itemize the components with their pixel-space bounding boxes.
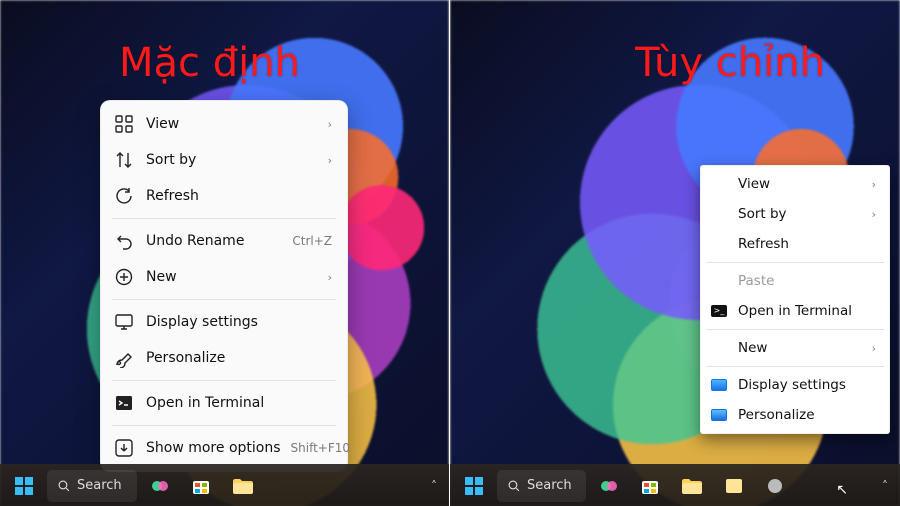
chevron-right-icon: ›: [328, 118, 332, 131]
menu-item-terminal[interactable]: Open in Terminal: [106, 385, 342, 421]
taskbar-app-copilot[interactable]: [591, 470, 627, 502]
start-button[interactable]: [6, 470, 42, 502]
chevron-right-icon: ›: [328, 271, 332, 284]
menu-label: New: [738, 340, 862, 356]
menu-label: Personalize: [146, 350, 332, 366]
taskbar-app-explorer[interactable]: [673, 470, 711, 502]
menu-accelerator: Ctrl+Z: [292, 234, 332, 248]
menu-label: Paste: [738, 273, 876, 289]
taskbar-app-generic[interactable]: [757, 470, 793, 502]
menu-item-terminal[interactable]: Open in Terminal: [704, 296, 886, 326]
separator: [706, 262, 884, 263]
menu-label: Display settings: [146, 314, 332, 330]
search-icon: [507, 479, 521, 493]
taskbar-app-generic[interactable]: [716, 470, 752, 502]
refresh-icon: [114, 186, 134, 206]
taskbar-search[interactable]: Search: [497, 470, 586, 502]
display-icon: [710, 376, 728, 394]
context-menu-default: View › Sort by › Refresh Undo Rename Ctr…: [100, 100, 348, 472]
taskbar-app-store[interactable]: [632, 470, 668, 502]
menu-item-display[interactable]: Display settings: [704, 370, 886, 400]
taskbar-search[interactable]: Search: [47, 470, 137, 502]
menu-label: Personalize: [738, 407, 876, 423]
menu-label: Undo Rename: [146, 233, 282, 249]
separator: [112, 299, 336, 300]
separator: [706, 366, 884, 367]
menu-accelerator: Shift+F10: [291, 441, 351, 455]
separator: [112, 218, 336, 219]
windows-logo-icon: [14, 476, 34, 496]
menu-label: Refresh: [146, 188, 332, 204]
blank-icon: [710, 175, 728, 193]
menu-label: Show more options: [146, 440, 281, 456]
menu-label: Sort by: [146, 152, 318, 168]
menu-item-more[interactable]: Show more options Shift+F10: [106, 430, 342, 466]
search-label: Search: [527, 478, 572, 493]
menu-item-refresh[interactable]: Refresh: [704, 229, 886, 259]
menu-label: New: [146, 269, 318, 285]
taskbar-app-store[interactable]: [183, 470, 219, 502]
context-menu-custom: View › Sort by › Refresh Paste Open in T…: [700, 165, 890, 434]
blank-icon: [710, 235, 728, 253]
taskbar: Search ˄: [0, 464, 449, 506]
menu-label: View: [738, 176, 862, 192]
menu-item-personalize[interactable]: Personalize: [106, 340, 342, 376]
menu-item-view[interactable]: View ›: [106, 106, 342, 142]
menu-label: Display settings: [738, 377, 876, 393]
menu-item-sort[interactable]: Sort by ›: [704, 199, 886, 229]
display-icon: [114, 312, 134, 332]
menu-item-sort[interactable]: Sort by ›: [106, 142, 342, 178]
chevron-right-icon: ›: [872, 342, 876, 355]
menu-item-view[interactable]: View ›: [704, 169, 886, 199]
pane-default: Mặc định View › Sort by › Refresh Undo R…: [0, 0, 450, 506]
windows-logo-icon: [464, 476, 484, 496]
search-icon: [57, 479, 71, 493]
tray-overflow[interactable]: ˄: [425, 479, 443, 493]
blank-icon: [710, 205, 728, 223]
menu-item-new[interactable]: New ›: [106, 259, 342, 295]
menu-item-display[interactable]: Display settings: [106, 304, 342, 340]
chevron-right-icon: ›: [872, 208, 876, 221]
separator: [112, 425, 336, 426]
terminal-icon: [710, 302, 728, 320]
menu-label: Refresh: [738, 236, 876, 252]
personalize-icon: [114, 348, 134, 368]
menu-item-refresh[interactable]: Refresh: [106, 178, 342, 214]
menu-label: Sort by: [738, 206, 862, 222]
separator: [706, 329, 884, 330]
blank-icon: [710, 272, 728, 290]
menu-label: Open in Terminal: [146, 395, 332, 411]
new-icon: [114, 267, 134, 287]
menu-item-paste: Paste: [704, 266, 886, 296]
sort-icon: [114, 150, 134, 170]
taskbar-app-copilot[interactable]: [142, 470, 178, 502]
pane-custom: Tùy chỉnh View › Sort by › Refresh Paste…: [450, 0, 900, 506]
undo-icon: [114, 231, 134, 251]
taskbar-app-explorer[interactable]: [224, 470, 262, 502]
blank-icon: [710, 339, 728, 357]
taskbar: Search ˄: [450, 464, 900, 506]
menu-label: Open in Terminal: [738, 303, 876, 319]
menu-item-personalize[interactable]: Personalize: [704, 400, 886, 430]
view-icon: [114, 114, 134, 134]
separator: [112, 380, 336, 381]
chevron-right-icon: ›: [328, 154, 332, 167]
search-label: Search: [77, 478, 122, 493]
tray-overflow[interactable]: ˄: [876, 479, 894, 493]
personalize-icon: [710, 406, 728, 424]
chevron-right-icon: ›: [872, 178, 876, 191]
menu-label: View: [146, 116, 318, 132]
more-icon: [114, 438, 134, 458]
menu-item-undo[interactable]: Undo Rename Ctrl+Z: [106, 223, 342, 259]
menu-item-new[interactable]: New ›: [704, 333, 886, 363]
start-button[interactable]: [456, 470, 492, 502]
terminal-icon: [114, 393, 134, 413]
